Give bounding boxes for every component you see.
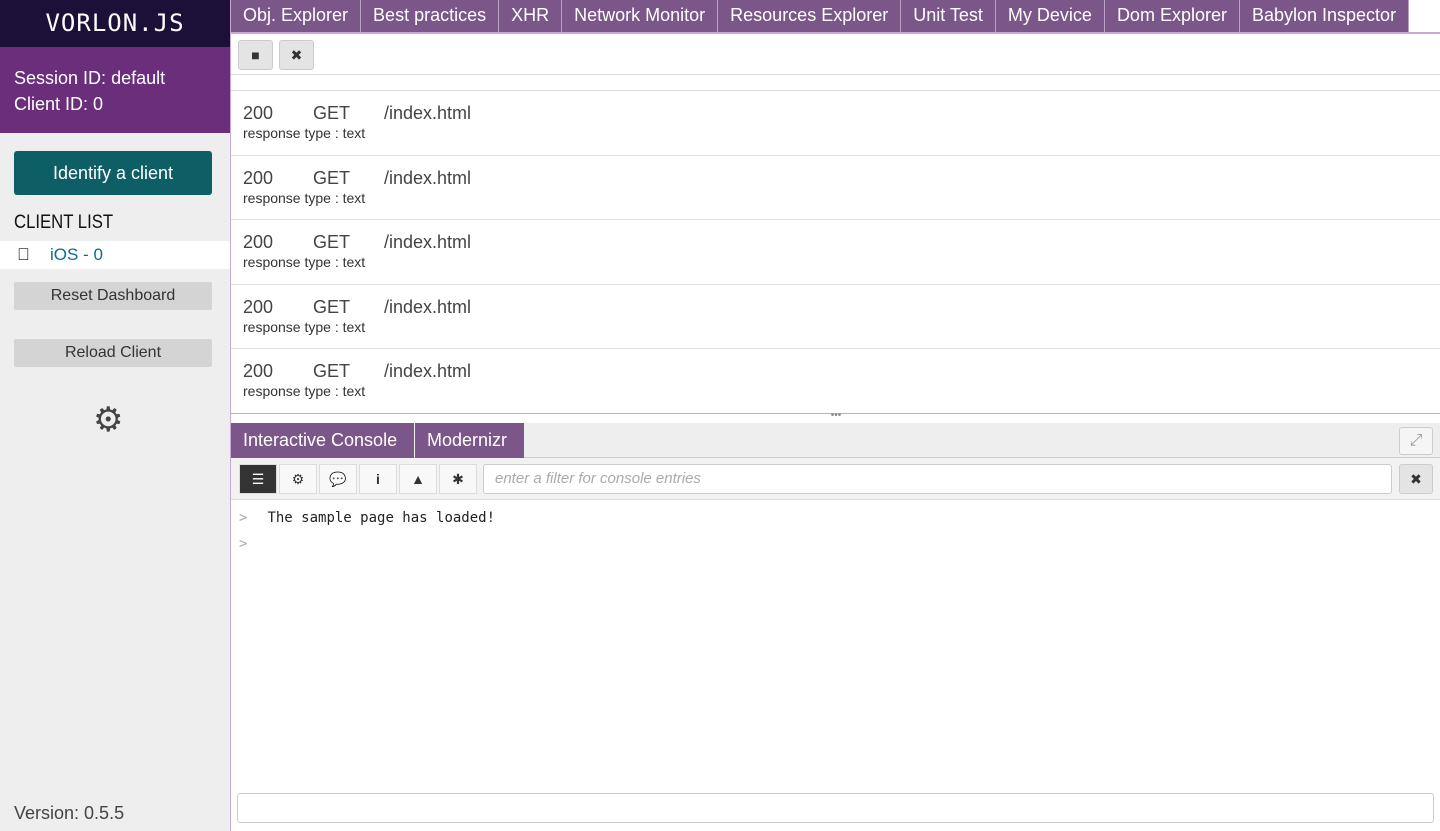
tab-interactive-console[interactable]: Interactive Console <box>231 423 414 458</box>
console-filter-input[interactable]: enter a filter for console entries <box>483 464 1392 494</box>
tab-unit-test[interactable]: Unit Test <box>901 0 996 32</box>
method: GET <box>313 361 351 381</box>
method: GET <box>313 167 351 188</box>
status: 200 <box>243 232 274 252</box>
bottom-tabs: Interactive Console Modernizr ⤢ <box>231 423 1440 458</box>
expand-icon[interactable]: ⤢ <box>1399 427 1433 455</box>
response-type: response type : text <box>243 318 366 335</box>
session-label: Session ID: <box>14 68 107 88</box>
comments-icon[interactable]: 💬 <box>319 464 357 494</box>
warning-icon[interactable]: ▲ <box>399 464 437 494</box>
identify-client-button[interactable]: Identify a client <box>14 151 212 195</box>
method: GET <box>313 103 351 123</box>
settings-gears-icon[interactable]: ⚙ <box>93 400 123 440</box>
session-info: Session ID: default Client ID: 0 <box>0 47 230 133</box>
close-icon: ✖ <box>1410 471 1422 487</box>
url: /index.html <box>384 296 472 317</box>
reload-client-button[interactable]: Reload Client <box>14 339 212 367</box>
tab-dom-explorer[interactable]: Dom Explorer <box>1104 0 1240 32</box>
console-toolbar: ☰ ⚙ 💬 i ▲ ✱ enter a filter for console e… <box>231 458 1440 500</box>
info-icon[interactable]: i <box>359 464 397 494</box>
gears-icon[interactable]: ⚙ <box>279 464 317 494</box>
client-id-value: 0 <box>93 94 104 114</box>
logo: VORLON.JS <box>0 0 230 47</box>
url: /index.html <box>384 232 472 252</box>
tab-resources-explorer[interactable]: Resources Explorer <box>718 0 902 32</box>
version: Version: 0.5.5 <box>14 803 125 823</box>
response-type: response type : text <box>243 125 366 141</box>
stop-icon: ■ <box>251 47 260 63</box>
tab-babylon-inspector[interactable]: Babylon Inspector <box>1239 0 1410 32</box>
status: 200 <box>243 361 274 381</box>
list-icon[interactable]: ☰ <box>239 464 277 494</box>
method: GET <box>313 296 351 317</box>
console-input[interactable] <box>237 793 1434 823</box>
client-id-label: Client ID: <box>14 94 89 114</box>
status: 200 <box>243 296 274 317</box>
table-row[interactable]: 200 GET/index.html response type : text <box>231 349 1440 413</box>
clear-button[interactable]: ✖ <box>279 40 314 70</box>
tab-xhr[interactable]: XHR <box>499 0 563 32</box>
status: 200 <box>243 103 274 123</box>
method: GET <box>313 232 351 252</box>
response-type: response type : text <box>243 189 366 206</box>
client-label: iOS - 0 <box>50 245 103 264</box>
tab-network-monitor[interactable]: Network Monitor <box>562 0 719 32</box>
table-row[interactable]: 200 GET/index.html response type : text <box>231 156 1440 220</box>
tab-obj-explorer[interactable]: Obj. Explorer <box>231 0 362 32</box>
reset-dashboard-button[interactable]: Reset Dashboard <box>14 282 212 310</box>
partial-row <box>231 75 1440 91</box>
session-value: default <box>111 68 166 88</box>
client-item[interactable]:  iOS - 0 <box>0 241 230 269</box>
console-text: The sample page has loaded! <box>267 510 496 526</box>
response-type: response type : text <box>243 383 366 399</box>
console-entry: > The sample page has loaded! <box>239 510 495 526</box>
panel-splitter[interactable]: ••• <box>231 411 1440 423</box>
status: 200 <box>243 167 274 188</box>
clear-filter-button[interactable]: ✖ <box>1399 464 1433 494</box>
response-type: response type : text <box>243 254 366 270</box>
tab-best-practices[interactable]: Best practices <box>361 0 500 32</box>
plugin-tabs: Obj. Explorer Best practices XHR Network… <box>231 0 1440 32</box>
client-list-title: CLIENT LIST <box>14 212 114 233</box>
network-list: 200 GET/index.html response type : text 20… <box>231 75 1440 413</box>
table-row[interactable]: 200 GET/index.html response type : text <box>231 220 1440 285</box>
main-panel: Obj. Explorer Best practices XHR Network… <box>230 0 1440 831</box>
close-icon: ✖ <box>290 47 303 63</box>
apple-icon:  <box>17 241 30 269</box>
url: /index.html <box>384 167 472 188</box>
table-row[interactable]: 200 GET/index.html response type : text <box>231 285 1440 349</box>
tab-my-device[interactable]: My Device <box>995 0 1105 32</box>
tab-modernizr[interactable]: Modernizr <box>415 423 524 458</box>
prompt-icon: > <box>239 536 248 552</box>
url: /index.html <box>384 361 472 381</box>
stop-button[interactable]: ■ <box>238 40 273 70</box>
console-entry: > <box>239 536 267 552</box>
bug-icon[interactable]: ✱ <box>439 464 477 494</box>
prompt-icon: > <box>239 510 248 526</box>
table-row[interactable]: 200 GET/index.html response type : text <box>231 91 1440 156</box>
sidebar: VORLON.JS Session ID: default Client ID:… <box>0 0 230 831</box>
network-toolbar: ■ ✖ <box>231 32 1440 75</box>
url: /index.html <box>384 103 472 123</box>
